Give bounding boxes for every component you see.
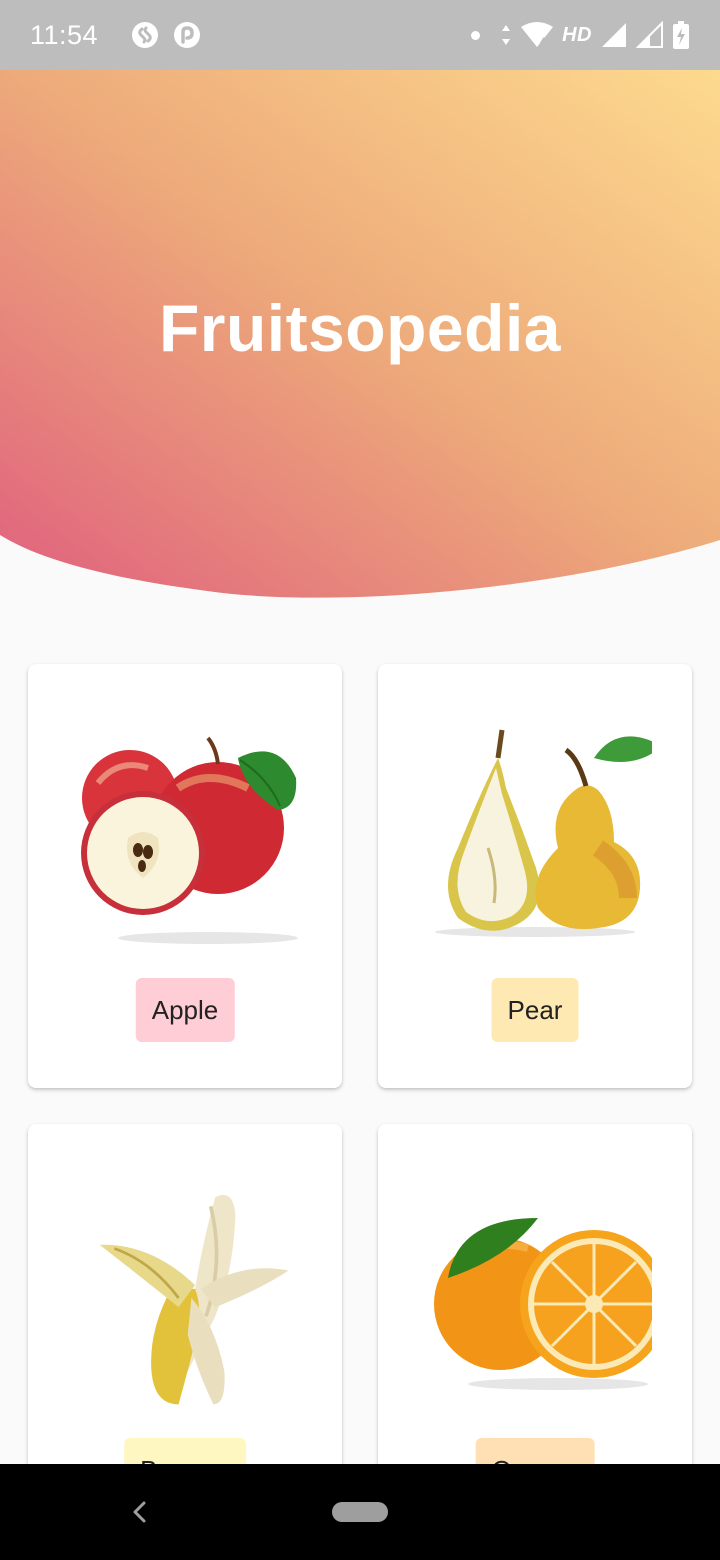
pocket-casts-icon: [174, 22, 201, 48]
status-bar: 11:54 4 HD: [0, 0, 720, 70]
orange-icon: [434, 1218, 652, 1390]
wifi-icon: 4: [521, 22, 554, 48]
navigation-bar: [0, 1464, 720, 1560]
status-time: 11:54: [30, 19, 99, 50]
header-banner: Fruitsopedia: [0, 70, 720, 610]
data-arrows-icon: [502, 25, 511, 45]
notification-dot-icon: [471, 30, 481, 40]
app-screen: 11:54 4 HD Fruitsopedia Apple Pear: [0, 0, 720, 1560]
apple-icon: [81, 736, 298, 944]
battery-icon: [673, 21, 689, 49]
signal-icon: [636, 21, 663, 48]
app-title: Fruitsopedia: [158, 291, 562, 365]
home-pill-icon[interactable]: [332, 1502, 388, 1522]
banana-icon: [99, 1194, 289, 1405]
back-chevron-icon[interactable]: [126, 1498, 154, 1526]
svg-text:4: 4: [540, 36, 547, 48]
network-type-label: HD: [562, 23, 592, 46]
fruit-card-apple[interactable]: Apple: [28, 664, 342, 1088]
fruit-card-pear[interactable]: Pear: [378, 664, 692, 1088]
shazam-icon: [132, 22, 159, 48]
status-right-icons: 4 HD: [471, 20, 690, 50]
fruit-label: Pear: [491, 978, 579, 1042]
pear-icon: [435, 729, 652, 937]
fruit-label: Apple: [135, 978, 235, 1042]
signal-icon: [602, 23, 626, 47]
